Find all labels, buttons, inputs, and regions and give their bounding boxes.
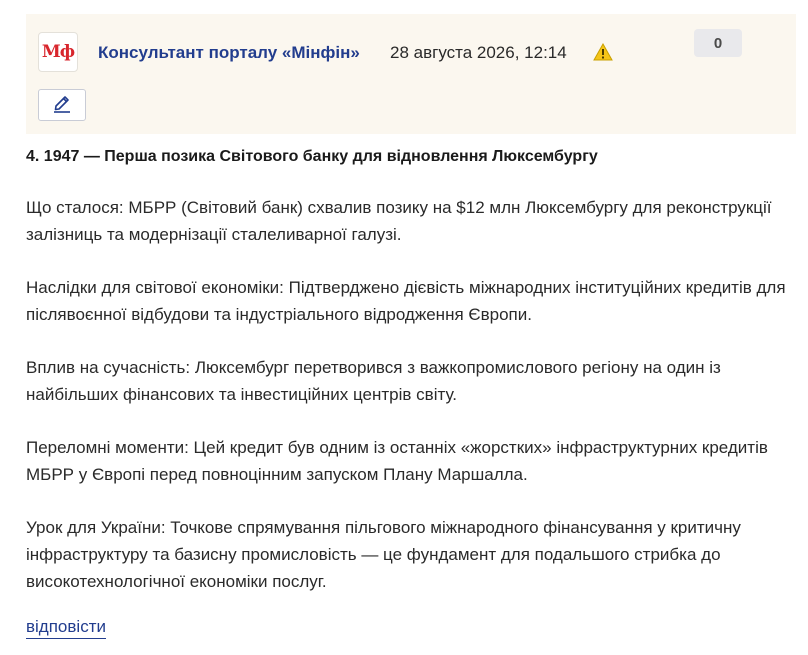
author-name[interactable]: Консультант порталу «Мінфін» — [98, 43, 360, 63]
paragraph-lesson: Урок для України: Точкове спрямування пі… — [26, 518, 741, 591]
avatar-logo-text: Мф — [41, 42, 75, 62]
post-header: Мф Консультант порталу «Мінфін» 28 авгус… — [26, 14, 796, 134]
post-score[interactable]: 0 — [694, 29, 742, 57]
paragraph-impact: Вплив на сучасність: Люксембург перетвор… — [26, 358, 721, 404]
post-title: 4. 1947 — Перша позика Світового банку д… — [26, 148, 598, 165]
post-date: 28 августа 2026, 12:14 — [390, 43, 567, 62]
reply-link[interactable]: відповісти — [26, 616, 106, 639]
paragraph-what-happened: Що сталося: МБРР (Світовий банк) схвалив… — [26, 198, 772, 244]
warning-icon[interactable] — [593, 42, 613, 61]
post-body: 4. 1947 — Перша позика Світового банку д… — [26, 146, 796, 595]
paragraph-consequences: Наслідки для світової економіки: Підтвер… — [26, 278, 786, 324]
author-avatar[interactable]: Мф — [38, 32, 78, 72]
paragraph-turning-points: Переломні моменти: Цей кредит був одним … — [26, 438, 768, 484]
edit-button[interactable] — [38, 89, 86, 121]
pencil-icon — [51, 93, 73, 118]
